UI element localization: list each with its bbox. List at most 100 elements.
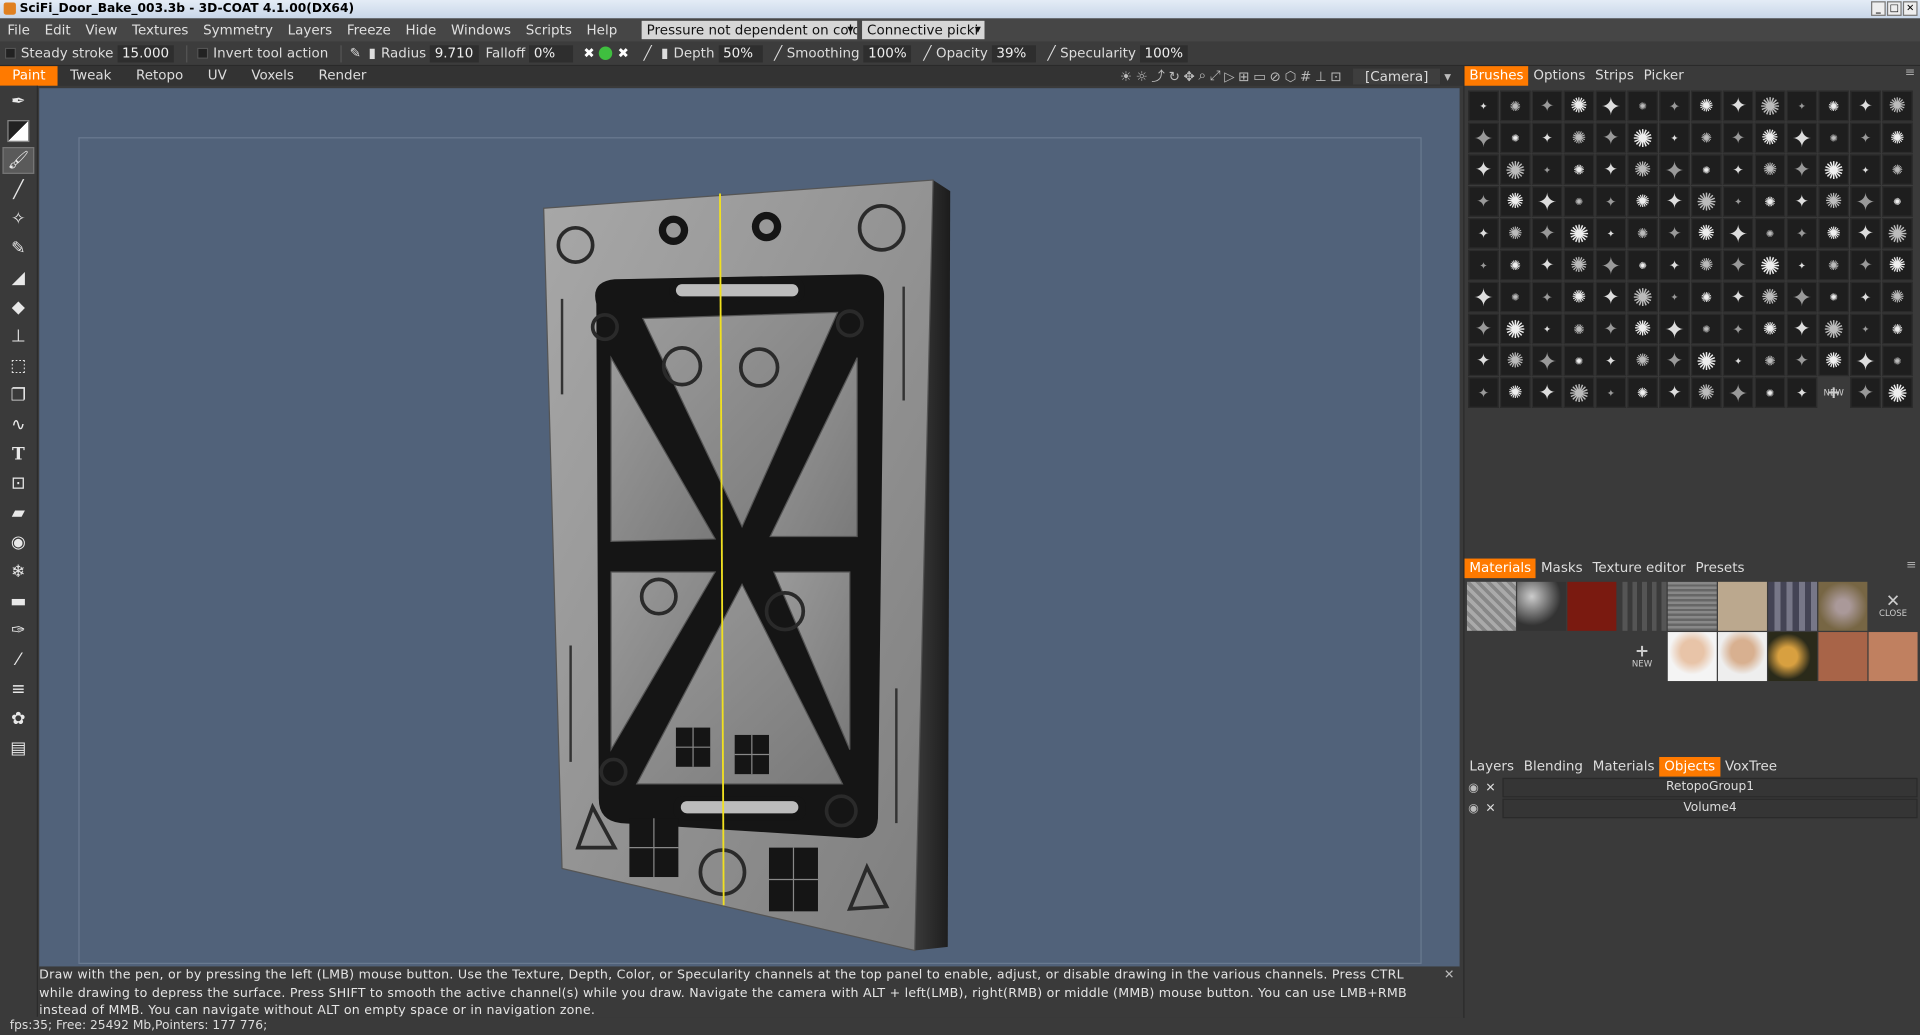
material-swatch-face[interactable] bbox=[1717, 632, 1767, 682]
visibility-eye-icon[interactable]: ◉ bbox=[1468, 781, 1485, 794]
menu-edit[interactable]: Edit bbox=[37, 18, 78, 41]
object-row[interactable]: ◉ ✕ Volume4 bbox=[1468, 798, 1918, 819]
tab-presets[interactable]: Presets bbox=[1691, 559, 1750, 579]
brush-thumbnail[interactable]: ✦ bbox=[1786, 313, 1818, 345]
radius-field[interactable]: 9.710 bbox=[429, 44, 479, 62]
view-tool-icon[interactable]: ◉ bbox=[2, 529, 34, 556]
panel-menu-icon[interactable]: ≡ bbox=[1906, 559, 1916, 572]
brush-thumbnail[interactable]: ✦ bbox=[1595, 281, 1627, 313]
object-row[interactable]: ◉ ✕ RetopoGroup1 bbox=[1468, 777, 1918, 798]
material-swatch[interactable] bbox=[1768, 581, 1818, 631]
pen-pressure-icon[interactable]: ✎ bbox=[347, 45, 364, 62]
brush-thumbnail[interactable]: ✺ bbox=[1691, 186, 1722, 217]
smoothing-field[interactable]: 100% bbox=[863, 44, 912, 62]
brush-thumbnail[interactable]: ✺ bbox=[1500, 186, 1531, 217]
brush-thumbnail[interactable]: ✦ bbox=[1659, 122, 1690, 154]
brush-thumbnail[interactable]: ✦ bbox=[1468, 218, 1499, 249]
brush-thumbnail[interactable]: ✺ bbox=[1754, 281, 1786, 313]
brush-thumbnail[interactable]: ✺ bbox=[1754, 249, 1786, 281]
stamp-tool-icon[interactable]: ⊥ bbox=[2, 323, 34, 350]
brush-thumbnail[interactable]: ✦ bbox=[1595, 377, 1627, 408]
brush-thumbnail[interactable]: ✺ bbox=[1882, 313, 1913, 345]
brush-thumbnail[interactable]: ✺ bbox=[1818, 154, 1849, 185]
paint-tool-icon[interactable]: ✎ bbox=[2, 235, 34, 262]
tab-tweak[interactable]: Tweak bbox=[58, 66, 124, 86]
pan-icon[interactable]: ⤢ bbox=[1210, 67, 1221, 84]
disable-icon[interactable]: ⊘ bbox=[1270, 68, 1281, 84]
brush-thumbnail[interactable]: ✦ bbox=[1850, 90, 1881, 122]
close-materials-button[interactable]: ✕ CLOSE bbox=[1869, 582, 1918, 631]
menu-scripts[interactable]: Scripts bbox=[518, 18, 579, 41]
menu-freeze[interactable]: Freeze bbox=[340, 18, 399, 41]
brush-thumbnail[interactable]: ✦ bbox=[1659, 90, 1690, 122]
brush-thumbnail[interactable]: ✺ bbox=[1627, 313, 1658, 345]
brush-thumbnail[interactable]: ✺ bbox=[1500, 345, 1531, 377]
brush-thumbnail[interactable]: ✺ bbox=[1563, 186, 1595, 217]
brush-thumbnail[interactable]: ✦ bbox=[1722, 249, 1754, 281]
brush-thumbnail[interactable]: ✦ bbox=[1468, 186, 1499, 217]
minimize-button[interactable]: _ bbox=[1871, 1, 1886, 16]
material-swatch[interactable] bbox=[1617, 581, 1667, 631]
brush-thumbnail[interactable]: ✦ bbox=[1659, 249, 1690, 281]
brush-thumbnail[interactable]: ✦ bbox=[1468, 90, 1499, 122]
brush-thumbnail[interactable]: ✦ bbox=[1659, 281, 1690, 313]
brush-thumbnail[interactable]: ✺ bbox=[1627, 345, 1658, 377]
brush-thumbnail[interactable]: ✦ bbox=[1786, 377, 1818, 408]
material-swatch[interactable] bbox=[1868, 632, 1918, 682]
invert-tool-checkbox[interactable] bbox=[197, 47, 209, 59]
tab-materials-list[interactable]: Materials bbox=[1588, 757, 1660, 777]
brush-thumbnail[interactable]: ✺ bbox=[1754, 90, 1786, 122]
chevron-down-icon[interactable]: ▾ bbox=[1444, 68, 1451, 84]
brush-thumbnail[interactable]: ✺ bbox=[1754, 154, 1786, 185]
brush-thumbnail[interactable]: ✺ bbox=[1627, 122, 1658, 154]
brush-thumbnail[interactable]: ✦ bbox=[1722, 345, 1754, 377]
brush-thumbnail[interactable]: ✺ bbox=[1627, 154, 1658, 185]
menu-help[interactable]: Help bbox=[579, 18, 624, 41]
brush-thumbnail[interactable]: ✦ bbox=[1786, 249, 1818, 281]
brush-thumbnail[interactable]: ✺ bbox=[1691, 249, 1722, 281]
menu-symmetry[interactable]: Symmetry bbox=[196, 18, 281, 41]
brush-thumbnail[interactable]: ✺ bbox=[1691, 345, 1722, 377]
brush-thumbnail[interactable]: ✺ bbox=[1691, 281, 1722, 313]
brush-thumbnail[interactable]: ✦ bbox=[1786, 345, 1818, 377]
material-swatch[interactable] bbox=[1466, 581, 1516, 631]
play-icon[interactable]: ▷ bbox=[1224, 68, 1234, 84]
smoothing-pressure-icon[interactable]: ╱ bbox=[770, 45, 787, 62]
brush-thumbnail[interactable]: ✺ bbox=[1563, 249, 1595, 281]
brush-thumbnail[interactable]: ✦ bbox=[1468, 281, 1499, 313]
hatch-tool-icon[interactable]: ≡ bbox=[2, 676, 34, 703]
brush-thumbnail[interactable]: ✦ bbox=[1850, 345, 1881, 377]
camera-select[interactable]: [Camera] bbox=[1352, 67, 1441, 84]
brush-thumbnail[interactable]: ✺ bbox=[1754, 122, 1786, 154]
steady-stroke-checkbox[interactable] bbox=[4, 47, 16, 59]
brush-thumbnail[interactable]: ✺ bbox=[1754, 345, 1786, 377]
brush-thumbnail[interactable]: ✦ bbox=[1850, 186, 1881, 217]
delete-object-icon[interactable]: ✕ bbox=[1485, 781, 1502, 794]
brush-thumbnail[interactable]: ✺ bbox=[1627, 218, 1658, 249]
brush-thumbnail[interactable]: ✺ bbox=[1691, 154, 1722, 185]
brush-thumbnail[interactable]: ✦ bbox=[1659, 377, 1690, 408]
brush-thumbnail[interactable]: ✺ bbox=[1818, 249, 1849, 281]
tab-voxtree[interactable]: VoxTree bbox=[1720, 757, 1782, 777]
brush-thumbnail[interactable]: ✦ bbox=[1595, 122, 1627, 154]
brush-thumbnail[interactable]: ✺ bbox=[1882, 154, 1913, 185]
brush-thumbnail[interactable]: ✺ bbox=[1754, 218, 1786, 249]
brush-thumbnail[interactable]: ✺ bbox=[1563, 345, 1595, 377]
brush-thumbnail[interactable]: ✦ bbox=[1722, 90, 1754, 122]
visibility-eye-icon[interactable]: ◉ bbox=[1468, 802, 1485, 815]
depth-pressure-icon[interactable]: ╱ bbox=[639, 45, 656, 62]
maximize-button[interactable]: □ bbox=[1886, 1, 1902, 16]
ruler-tool-icon[interactable]: ▬ bbox=[2, 588, 34, 615]
brush-thumbnail[interactable]: ✦ bbox=[1850, 377, 1881, 408]
brush-thumbnail[interactable]: ✺ bbox=[1882, 90, 1913, 122]
brush-thumbnail[interactable]: ✺ bbox=[1882, 281, 1913, 313]
material-swatch[interactable] bbox=[1818, 632, 1868, 682]
brush-thumbnail[interactable]: ✺ bbox=[1882, 345, 1913, 377]
brush-thumbnail[interactable]: ✦ bbox=[1531, 218, 1563, 249]
brush-thumbnail[interactable]: ✺ bbox=[1818, 313, 1849, 345]
brush-thumbnail[interactable]: ✦ bbox=[1722, 281, 1754, 313]
move-icon[interactable]: ✥ bbox=[1184, 68, 1195, 84]
brush-thumbnail[interactable]: ✦ bbox=[1531, 313, 1563, 345]
pressure-dropdown[interactable]: Pressure not dependent on colo bbox=[641, 20, 858, 40]
brush-thumbnail[interactable]: ✦ bbox=[1850, 122, 1881, 154]
